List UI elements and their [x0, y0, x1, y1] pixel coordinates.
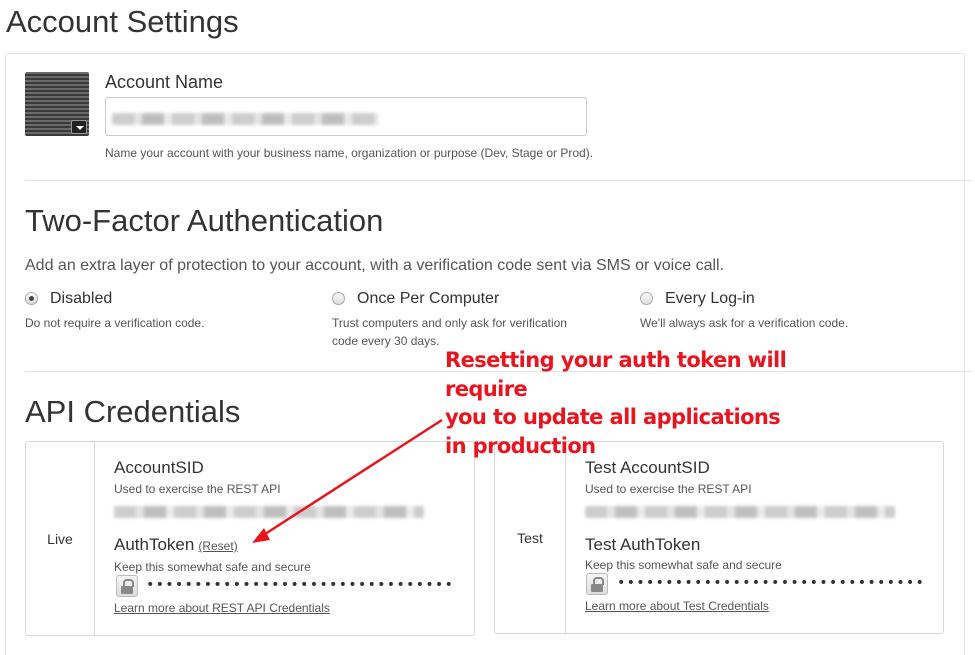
api-credentials-title: API Credentials — [25, 394, 241, 429]
radio-disabled[interactable] — [25, 292, 38, 305]
lock-icon[interactable] — [116, 575, 138, 597]
live-auth-token-title: AuthToken (Reset) — [114, 535, 238, 555]
test-account-sid-redacted — [585, 506, 895, 518]
test-auth-token-help: Keep this somewhat safe and secure — [585, 558, 782, 572]
option-disabled-label[interactable]: Disabled — [50, 290, 112, 308]
option-disabled-help: Do not require a verification code. — [25, 316, 205, 330]
test-auth-token-masked: •••••••••••••••••••••••••••••••• — [617, 575, 926, 591]
live-account-sid-redacted — [114, 506, 424, 518]
page-title: Account Settings — [6, 4, 239, 39]
live-auth-token-label: AuthToken — [114, 535, 195, 554]
learn-more-rest-api-link[interactable]: Learn more about REST API Credentials — [114, 601, 330, 615]
live-account-sid-title: AccountSID — [114, 458, 204, 477]
radio-every-login[interactable] — [640, 292, 653, 305]
account-name-redacted — [112, 113, 378, 125]
live-account-sid-help: Used to exercise the REST API — [114, 482, 281, 496]
live-auth-token-help: Keep this somewhat safe and secure — [114, 560, 311, 574]
live-side-label: Live — [26, 442, 95, 635]
test-auth-token-title: Test AuthToken — [585, 535, 701, 554]
test-account-sid-title: Test AccountSID — [585, 458, 710, 477]
option-once-per-computer-label[interactable]: Once Per Computer — [357, 290, 499, 308]
two-factor-description: Add an extra layer of protection to your… — [25, 257, 725, 274]
option-every-login-label[interactable]: Every Log-in — [665, 290, 755, 308]
divider — [25, 180, 973, 181]
option-every-login-help: We'll always ask for a verification code… — [640, 316, 849, 330]
learn-more-test-credentials-link[interactable]: Learn more about Test Credentials — [585, 599, 769, 613]
account-avatar[interactable] — [25, 72, 89, 136]
lock-icon[interactable] — [586, 573, 608, 595]
annotation-line: you to update all applications — [445, 405, 781, 429]
test-account-sid-help: Used to exercise the REST API — [585, 482, 752, 496]
annotation-callout: Resetting your auth token will require y… — [445, 346, 875, 460]
account-name-label: Account Name — [105, 72, 224, 92]
test-side-label: Test — [495, 442, 566, 633]
caret-down-icon[interactable] — [71, 120, 87, 134]
annotation-line: in production — [445, 433, 596, 458]
annotation-line: Resetting your auth token will require — [445, 348, 787, 401]
reset-auth-token-link[interactable]: (Reset) — [198, 539, 237, 553]
option-once-per-computer-help: Trust computers and only ask for verific… — [332, 316, 567, 348]
radio-once-per-computer[interactable] — [332, 292, 345, 305]
two-factor-title: Two-Factor Authentication — [25, 203, 384, 238]
live-auth-token-masked: •••••••••••••••••••••••••••••••• — [146, 577, 455, 593]
account-name-help: Name your account with your business nam… — [105, 146, 594, 160]
